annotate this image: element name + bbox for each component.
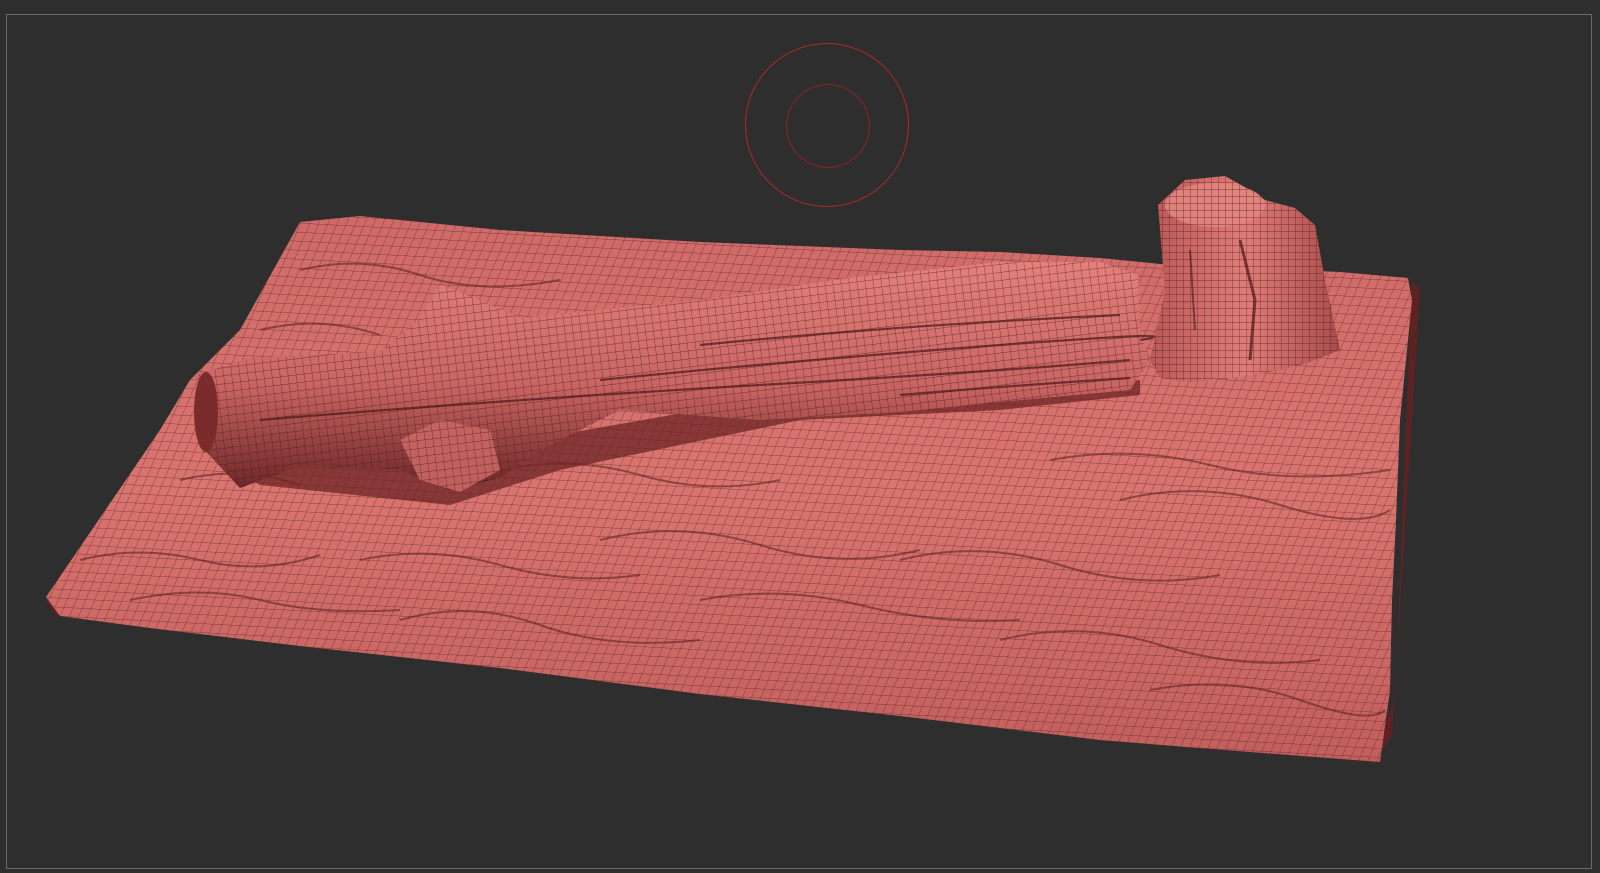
document-viewport[interactable] (0, 0, 1600, 873)
tree-stump (1150, 176, 1340, 382)
brush-cursor-inner-ring (786, 84, 870, 168)
brush-cursor-outer-ring (745, 43, 909, 207)
